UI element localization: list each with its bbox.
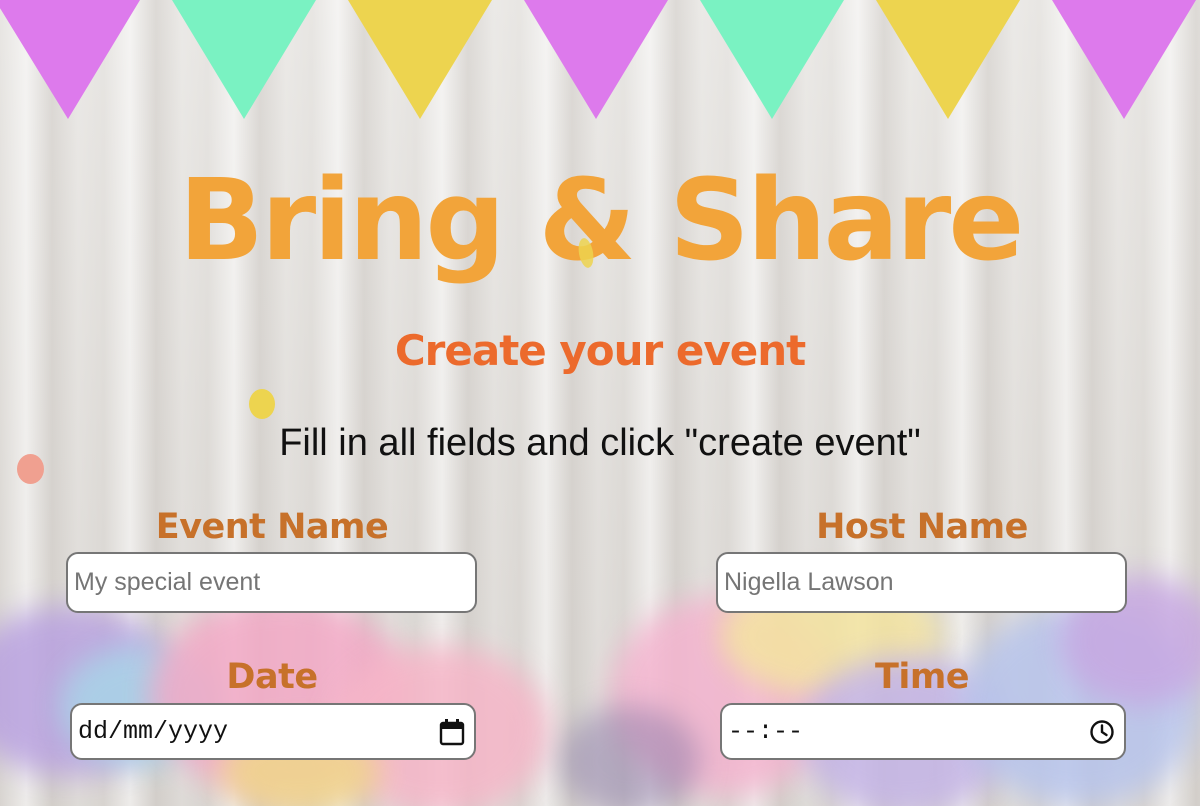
- bunting-flag: [876, 0, 1020, 119]
- host-name-label: Host Name: [816, 507, 1028, 547]
- bunting-flag: [1052, 0, 1196, 119]
- bunting-flag: [348, 0, 492, 119]
- date-label: Date: [226, 657, 318, 697]
- bunting-decoration: [0, 0, 1196, 119]
- time-input[interactable]: --:--: [720, 703, 1126, 760]
- bunting-flag: [700, 0, 844, 119]
- bunting-flag: [172, 0, 316, 119]
- event-name-label: Event Name: [155, 507, 389, 547]
- page-subtitle: Create your event: [394, 326, 806, 375]
- confetti-dot: [249, 389, 275, 419]
- date-input[interactable]: dd/mm/yyyy: [70, 703, 476, 760]
- bunting-flag: [0, 0, 140, 119]
- date-input-value: dd/mm/yyyy: [78, 717, 229, 746]
- event-name-input[interactable]: [66, 552, 477, 613]
- time-input-value: --:--: [728, 717, 804, 746]
- clock-icon[interactable]: [1088, 718, 1116, 746]
- time-label: Time: [874, 657, 970, 697]
- page-title: Bring & Share: [178, 156, 1025, 286]
- host-name-input[interactable]: [716, 552, 1127, 613]
- form-instructions: Fill in all fields and click "create eve…: [279, 422, 921, 464]
- bunting-flag: [524, 0, 668, 119]
- calendar-icon[interactable]: [438, 718, 466, 746]
